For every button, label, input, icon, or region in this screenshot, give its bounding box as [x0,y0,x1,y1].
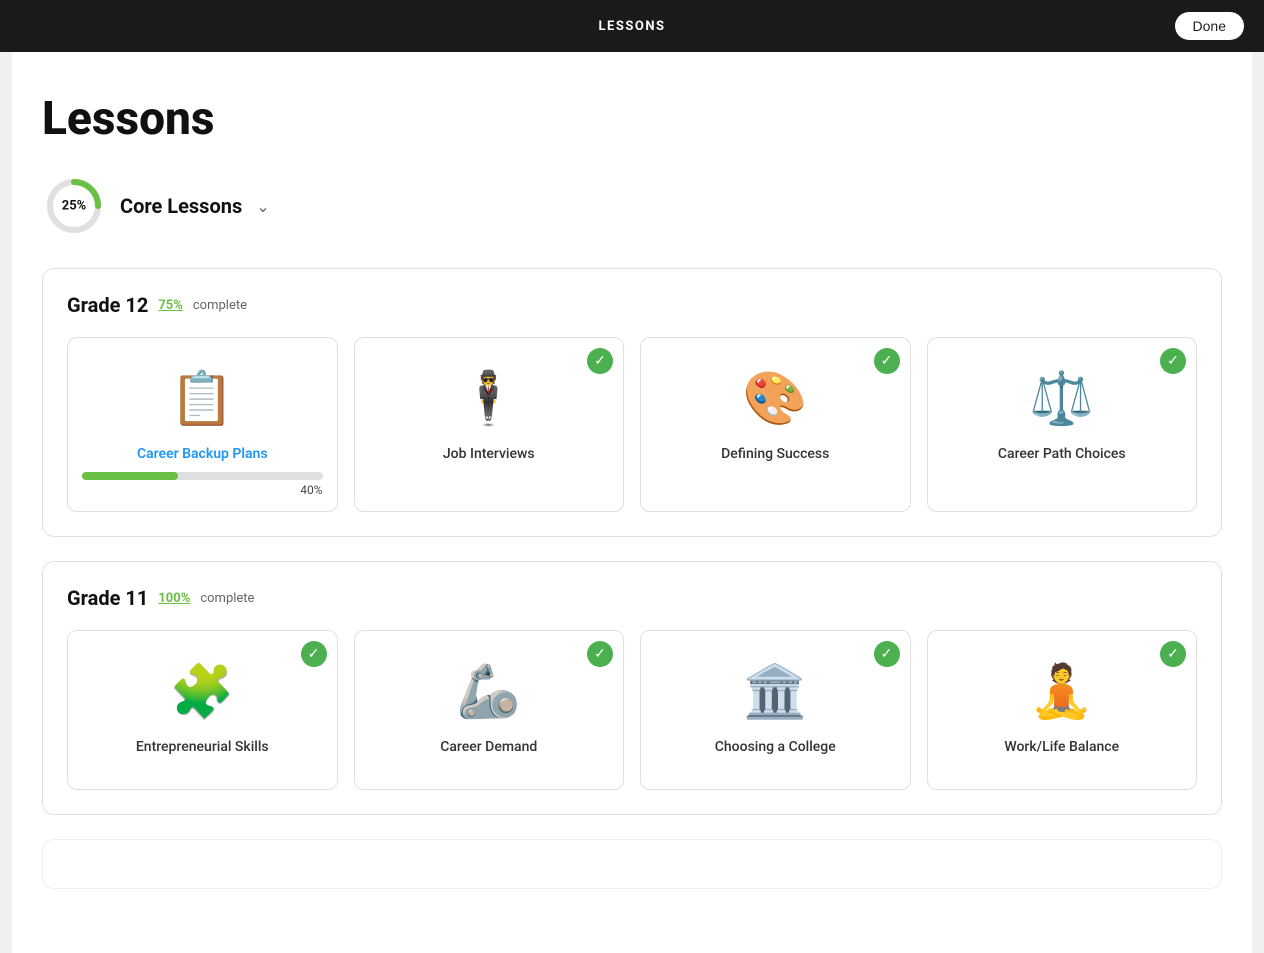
card-label-career-demand: Career Demand [440,739,537,755]
job-interviews-icon: 🕴️ [453,362,525,434]
card-career-backup-plans[interactable]: 📋 Career Backup Plans 40% [67,337,338,512]
check-badge-choosing-college: ✓ [874,641,900,667]
card-defining-success[interactable]: ✓ 🎨 Defining Success [640,337,911,512]
grade12-cards-grid: 📋 Career Backup Plans 40% ✓ 🕴️ Job Inter… [67,337,1197,512]
card-label-defining-success: Defining Success [721,446,829,462]
card-label-work-life: Work/Life Balance [1004,739,1119,755]
card-label-career-path: Career Path Choices [998,446,1126,462]
grade11-title: Grade 11 [67,586,148,610]
grade11-pct: 100% [158,591,190,606]
grade11-header: Grade 11 100% complete [67,586,1197,610]
grade12-header: Grade 12 75% complete [67,293,1197,317]
done-button[interactable]: Done [1175,12,1244,40]
page-title: Lessons [42,92,1222,146]
progress-donut: 25% [42,174,106,238]
check-badge-work-life: ✓ [1160,641,1186,667]
choosing-college-icon: 🏛️ [739,655,811,727]
check-badge-entrepreneurial: ✓ [301,641,327,667]
grade11-section: Grade 11 100% complete ✓ 🧩 Entrepreneuri… [42,561,1222,815]
grade11-complete: complete [200,591,254,606]
card-job-interviews[interactable]: ✓ 🕴️ Job Interviews [354,337,625,512]
career-demand-icon: 🦾 [453,655,525,727]
card-label-choosing-college: Choosing a College [715,739,836,755]
card-career-path-choices[interactable]: ✓ ⚖️ Career Path Choices [927,337,1198,512]
chevron-down-icon[interactable]: ⌄ [256,197,269,216]
grade-section-partial [42,839,1222,889]
card-work-life-balance[interactable]: ✓ 🧘 Work/Life Balance [927,630,1198,790]
progress-bar-wrap: 40% [82,472,323,497]
work-life-icon: 🧘 [1026,655,1098,727]
check-badge-career-demand: ✓ [587,641,613,667]
check-badge-defining-success: ✓ [874,348,900,374]
main-content: Lessons 25% Core Lessons ⌄ Grade 12 75% … [12,52,1252,953]
nav-title: LESSONS [599,19,666,34]
card-label-career-backup: Career Backup Plans [137,446,268,462]
grade12-pct: 75% [158,298,183,313]
progress-bar-track [82,472,323,480]
career-path-icon: ⚖️ [1026,362,1098,434]
card-choosing-college[interactable]: ✓ 🏛️ Choosing a College [640,630,911,790]
defining-success-icon: 🎨 [739,362,811,434]
grade12-section: Grade 12 75% complete 📋 Career Backup Pl… [42,268,1222,537]
card-label-entrepreneurial: Entrepreneurial Skills [136,739,269,755]
check-badge-career-path: ✓ [1160,348,1186,374]
check-badge-job-interviews: ✓ [587,348,613,374]
progress-bar-fill [82,472,178,480]
card-career-demand[interactable]: ✓ 🦾 Career Demand [354,630,625,790]
grade12-complete: complete [193,298,247,313]
top-nav: LESSONS Done [0,0,1264,52]
entrepreneurial-icon: 🧩 [166,655,238,727]
progress-pct: 40% [82,483,323,497]
grade11-cards-grid: ✓ 🧩 Entrepreneurial Skills ✓ 🦾 Career De… [67,630,1197,790]
grade12-title: Grade 12 [67,293,148,317]
core-lessons-label: Core Lessons [120,194,242,218]
card-label-job-interviews: Job Interviews [443,446,535,462]
career-backup-icon: 📋 [166,362,238,434]
donut-label: 25% [62,199,87,214]
progress-row: 25% Core Lessons ⌄ [42,174,1222,238]
card-entrepreneurial-skills[interactable]: ✓ 🧩 Entrepreneurial Skills [67,630,338,790]
